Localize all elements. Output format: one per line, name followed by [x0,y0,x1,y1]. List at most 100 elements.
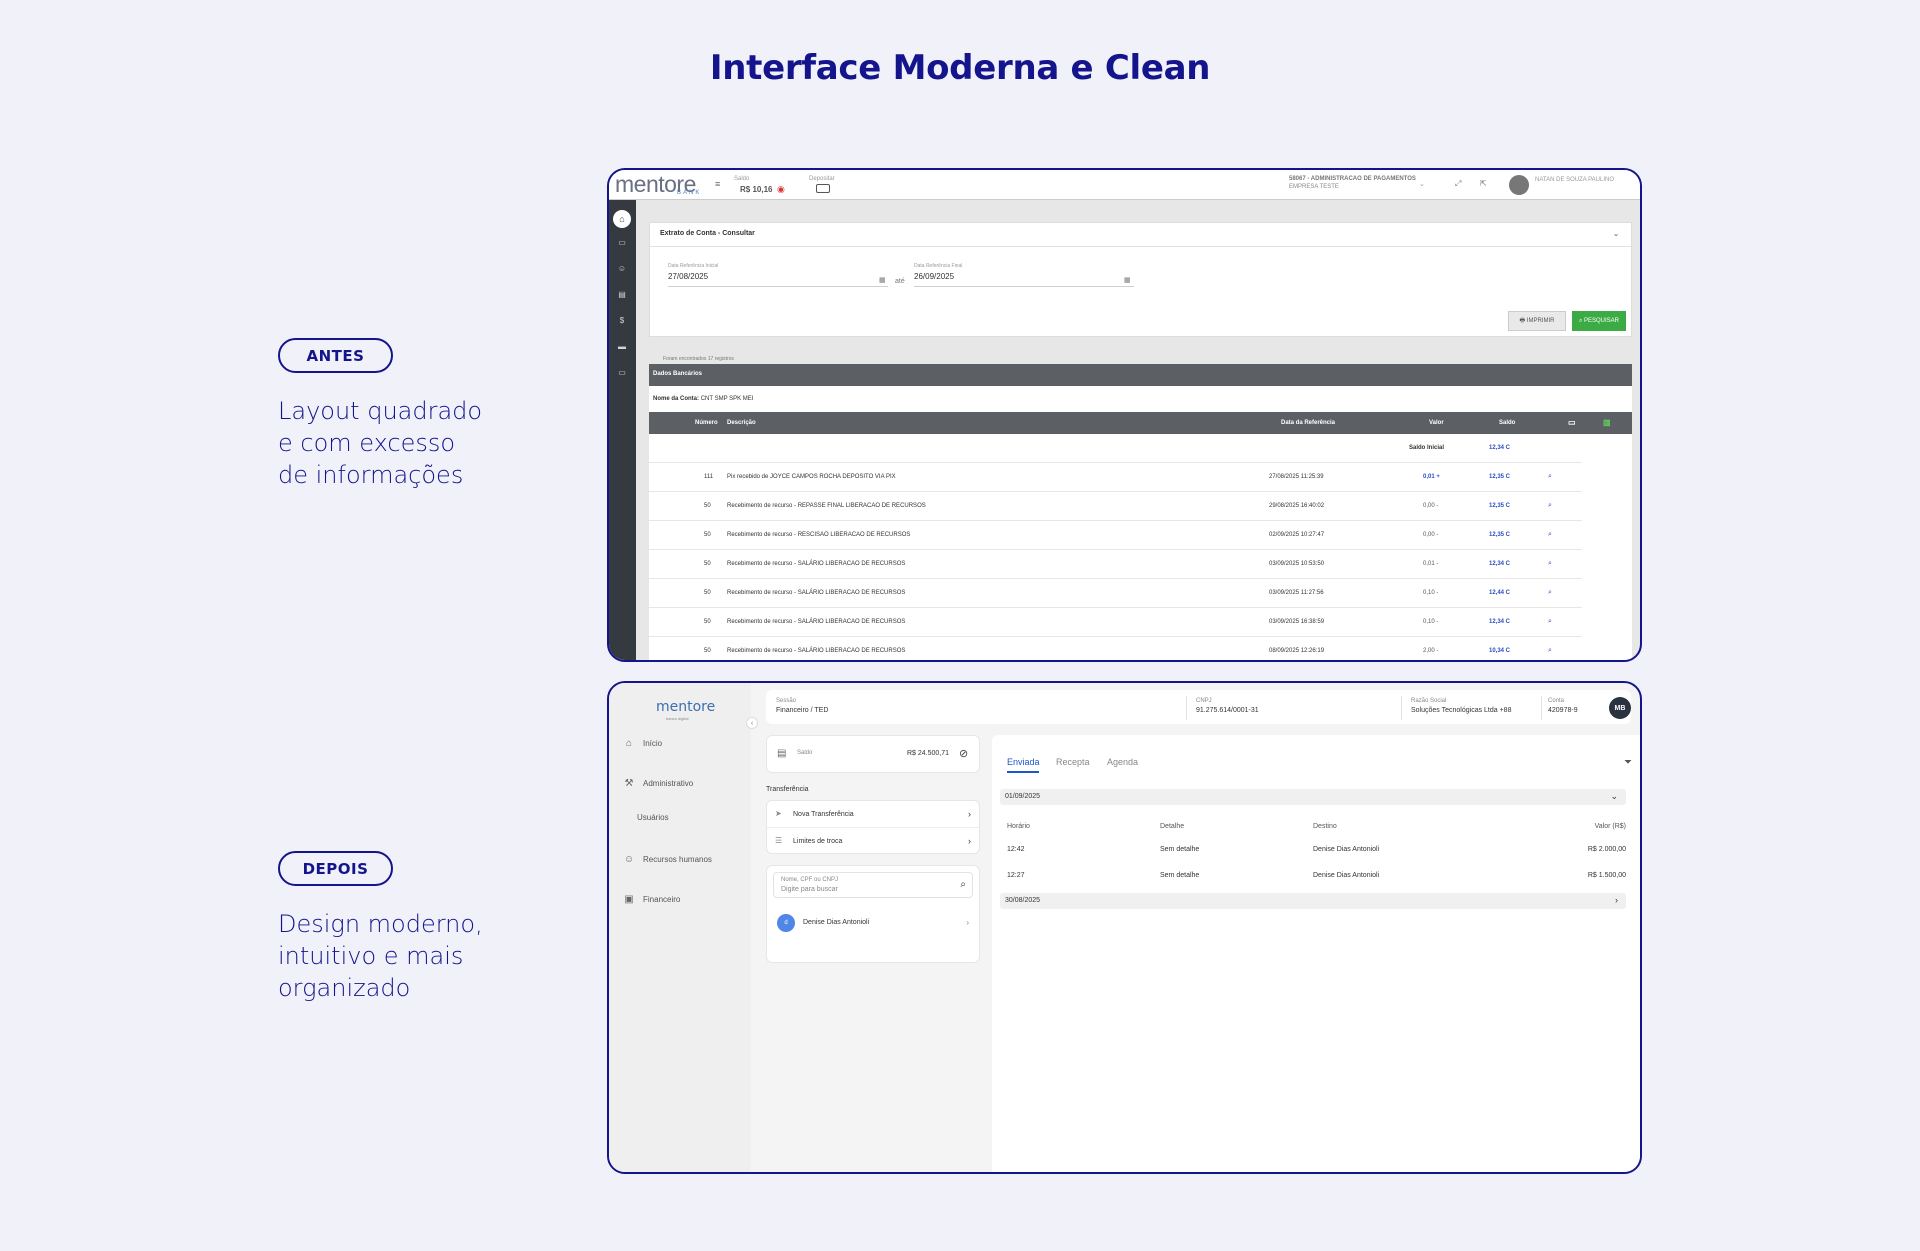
table-row[interactable]: 50 Recebimento de recurso - SALÁRIO LIBER… [649,579,1582,608]
table-row[interactable]: 50 Recebimento de recurso - SALÁRIO LIBER… [649,637,1582,660]
collapse-sidebar-icon[interactable]: ‹ [746,717,758,729]
external-link-icon[interactable]: ⇱ [1480,179,1487,188]
date-end-field[interactable]: Data Referência Final 26/09/2025 [914,263,962,281]
new-logo-sub: banco digital [666,716,689,721]
nav-usuarios[interactable]: Usuários [637,813,669,822]
cell-saldo: 12,44 C [1489,590,1511,596]
tab-agenda[interactable]: Agenda [1107,757,1138,767]
home-icon[interactable]: ⌂ [613,210,631,228]
company-selector[interactable]: 58067 - ADMINISTRACAO DE PAGAMENTOS EMPR… [1289,175,1416,191]
col-destino: Destino [1313,823,1337,830]
cell-valor: 0,01 - [1423,561,1439,567]
user-name[interactable]: NATAN DE SOUZA PAULINO [1535,176,1614,184]
excel-icon[interactable]: ▥ [1603,418,1611,427]
limites-item[interactable]: ☰ Limites de troca › [767,828,979,855]
cell-saldo: 12,35 C [1489,474,1511,480]
print-button[interactable]: 🖶 IMPRIMIR [1508,311,1566,331]
cell-date: 02/09/2025 10:27:47 [1269,532,1325,538]
col-valor: Valor (R$) [1594,823,1626,830]
table-row: Saldo Inicial 12,34 C [649,434,1582,463]
col-valor: Valor [1429,420,1444,426]
calendar-icon[interactable]: ▦ [1124,276,1131,284]
eye-icon[interactable]: ◉ [777,184,785,195]
table-row[interactable]: 111 Pix recebido de JOYCE CAMPOS ROCHA DE… [649,463,1582,492]
cell-desc: Recebimento de recurso - SALÁRIO LIBERAC… [727,561,906,567]
cell-desc: Recebimento de recurso - SALÁRIO LIBERAC… [727,619,906,625]
tab-enviada[interactable]: Enviada [1007,757,1040,767]
avatar[interactable] [1509,175,1529,195]
collapse-icon[interactable]: ⌄ [1613,230,1619,238]
table-row[interactable]: 50 Recebimento de recurso - RESCISAO LIBE… [649,521,1582,550]
magnifier-icon[interactable]: ⌕ [1548,589,1552,597]
deposit-icon[interactable] [816,184,830,193]
cell-date: 27/08/2025 11:25:39 [1269,474,1324,480]
nav-financeiro[interactable]: ▣ Financeiro [623,894,680,905]
old-logo-sub: BANK [677,190,702,196]
cell-date: 08/09/2025 12:26:19 [1269,648,1325,654]
search-input[interactable]: Nome, CPF ou CNPJ Digite para buscar ⌕ [773,872,973,898]
cell-valor: 0,00 - [1423,503,1439,509]
after-description: Design moderno, intuitivo e mais organiz… [278,910,483,1002]
sessao-label: Sessão [776,698,797,704]
document-icon[interactable]: ▤ [616,290,628,299]
old-saldo-value: R$ 10,16 [740,185,773,194]
expand-icon[interactable]: ⤢ [1455,179,1461,189]
cell-saldo: 10,34 C [1489,648,1511,654]
table-row[interactable]: 50 Recebimento de recurso - SALÁRIO LIBER… [649,608,1582,637]
card-icon[interactable]: ▭ [1568,418,1576,427]
date-group-expanded[interactable]: 01/09/2025 ⌄ [1000,789,1626,805]
calendar-icon[interactable]: ▦ [879,276,886,284]
card-icon[interactable]: ▬ [616,342,628,351]
cell-valor: 0,10 - [1423,619,1439,625]
cell-num: 50 [704,648,711,654]
chevron-down-icon[interactable]: ⌄ [1419,180,1425,188]
avatar[interactable]: MB [1609,697,1631,719]
sessao-value: Financeiro / TED [776,707,829,714]
table-row[interactable]: 50 Recebimento de recurso - SALÁRIO LIBER… [649,550,1582,579]
date-group-collapsed[interactable]: 30/08/2025 › [1000,893,1626,909]
eye-off-icon[interactable]: ⊘ [959,747,968,760]
tab-recepta[interactable]: Recepta [1056,757,1090,767]
old-saldo-label: Saldo [734,176,750,182]
dados-bancarios-header: Dados Bancários [649,364,1632,386]
nova-transferencia-item[interactable]: ➤ Nova Transferência › [767,801,979,828]
magnifier-icon[interactable]: ⌕ [1548,560,1552,568]
cash-icon[interactable]: ▭ [616,238,628,247]
date-start-field[interactable]: Data Referência Inicial 27/08/2025 [668,263,718,281]
people-icon: ☺ [623,854,635,865]
old-ui-screenshot: mentore BANK ≡ Saldo R$ 10,16 ◉ Deposita… [607,168,1642,662]
razao-value: Soluções Tecnológicas Ltda +88 [1411,707,1512,714]
search-button[interactable]: ⌕ PESQUISAR [1572,311,1626,331]
contact-item[interactable]: d Denise Dias Antonioli › [773,910,973,936]
wrench-icon: ⚒ [624,778,634,789]
transactions-panel: Enviada Recepta Agenda ⏷ 01/09/2025 ⌄ Ho… [992,735,1640,1172]
chevron-right-icon: › [968,836,971,846]
page-title: Interface Moderna e Clean [709,48,1211,88]
nav-administrativo[interactable]: ⚒ Administrativo [623,778,694,789]
cell-date: 03/09/2025 11:27:56 [1269,590,1324,596]
cell-desc: Recebimento de recurso - REPASSE FINAL L… [727,503,926,509]
magnifier-icon[interactable]: ⌕ [1548,502,1552,510]
filter-icon[interactable]: ⏷ [1624,757,1632,768]
users-icon[interactable]: ☺ [616,264,628,273]
menu-icon[interactable]: ≡ [715,179,720,189]
cell-date: 03/09/2025 16:38:59 [1269,619,1325,625]
cell-valor: 0,10 - [1423,590,1439,596]
nav-inicio[interactable]: ⌂ Início [623,738,662,749]
table-header: Número Descrição Data da Referência Valo… [649,412,1632,434]
dollar-icon[interactable]: $ [616,316,628,325]
table-row[interactable]: 50 Recebimento de recurso - REPASSE FINAL… [649,492,1582,521]
magnifier-icon[interactable]: ⌕ [1548,618,1552,626]
cell-desc: Recebimento de recurso - SALÁRIO LIBERAC… [727,590,906,596]
col-numero: Número [695,420,718,426]
magnifier-icon[interactable]: ⌕ [1548,473,1552,481]
cell-saldo: 12,35 C [1489,503,1511,509]
conta-value: 420978-9 [1548,707,1578,714]
monitor-icon[interactable]: ▭ [616,368,628,377]
magnifier-icon[interactable]: ⌕ [1548,647,1552,655]
cell-desc: Recebimento de recurso - RESCISAO LIBERA… [727,532,911,538]
old-topbar: mentore BANK ≡ Saldo R$ 10,16 ◉ Deposita… [609,170,1640,200]
new-ui-screenshot: mentore banco digital ⌂ Início ⚒ Administr… [607,681,1642,1174]
magnifier-icon[interactable]: ⌕ [1548,531,1552,539]
nav-rh[interactable]: ☺ Recursos humanos [623,854,712,865]
